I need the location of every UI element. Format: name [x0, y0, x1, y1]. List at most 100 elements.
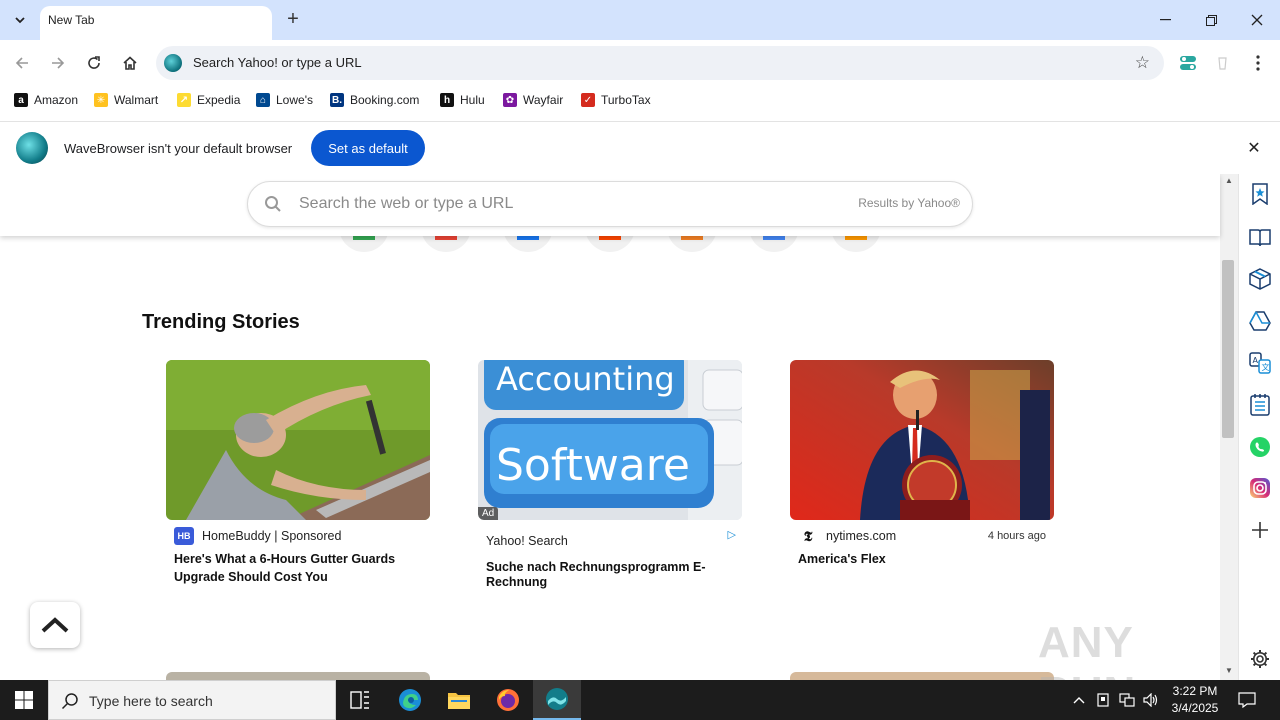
- toggle-extension-icon: [1180, 56, 1196, 70]
- sidebar-whatsapp[interactable]: [1248, 435, 1272, 459]
- back-button[interactable]: [10, 51, 34, 75]
- folder-icon: [448, 693, 470, 709]
- sidebar-bookmarks[interactable]: [1248, 182, 1272, 206]
- sidebar-instagram[interactable]: [1248, 476, 1272, 500]
- bookmark-amazon[interactable]: a Amazon: [14, 91, 78, 109]
- tab-search-button[interactable]: [8, 8, 32, 32]
- scroll-down-arrow-icon[interactable]: ▼: [1220, 666, 1238, 678]
- sidebar-translate[interactable]: A文: [1248, 351, 1272, 375]
- bookmark-label: Booking.com: [350, 93, 420, 107]
- infobar-close-button[interactable]: ✕: [1244, 138, 1264, 158]
- bookmark-walmart[interactable]: ✳ Walmart: [94, 91, 158, 109]
- nytimes-icon: 𝕿: [798, 527, 818, 545]
- taskbar-edge[interactable]: [386, 680, 434, 720]
- infobar-message: WaveBrowser isn't your default browser: [64, 141, 293, 156]
- restore-button[interactable]: [1188, 0, 1234, 40]
- address-bar[interactable]: Search Yahoo! or type a URL ☆: [156, 46, 1164, 80]
- bookmarks-bar: a Amazon ✳ Walmart ↗ Expedia ⌂ Lowe's B. Booking.…: [0, 86, 1280, 114]
- bookmark-wayfair[interactable]: ✿ Wayfair: [503, 91, 563, 109]
- bookmark-label: Hulu: [460, 93, 485, 107]
- wavebrowser-logo-icon: [164, 54, 182, 72]
- expedia-icon: ↗: [177, 93, 191, 107]
- taskbar-clock[interactable]: 3:22 PM 3/4/2025: [1166, 683, 1224, 717]
- scrollbar-thumb[interactable]: [1222, 260, 1234, 438]
- svg-text:文: 文: [1262, 362, 1270, 372]
- story-image-podium: [790, 360, 1054, 520]
- search-placeholder: Search the web or type a URL: [299, 195, 514, 212]
- tray-overflow-button[interactable]: [1068, 680, 1090, 720]
- tray-volume-icon[interactable]: [1140, 680, 1162, 720]
- sidebar-settings[interactable]: [1248, 647, 1272, 671]
- chevron-up-icon: [1073, 697, 1085, 704]
- adchoices-icon[interactable]: ▷: [728, 528, 736, 541]
- reload-button[interactable]: [82, 51, 106, 75]
- default-browser-infobar: WaveBrowser isn't your default browser S…: [0, 121, 1280, 173]
- tray-device-icon[interactable]: [1092, 680, 1114, 720]
- lowes-icon: ⌂: [256, 93, 270, 107]
- hulu-icon: h: [440, 93, 454, 107]
- package-box-icon: [1249, 268, 1271, 290]
- speaker-icon: [1143, 693, 1158, 707]
- notification-icon: [1238, 692, 1256, 708]
- whatsapp-icon: [1250, 437, 1270, 457]
- bookmark-booking[interactable]: B. Booking.com: [330, 91, 419, 109]
- wayfair-icon: ✿: [503, 93, 517, 107]
- bookmark-turbotax[interactable]: ✓ TurboTax: [581, 91, 651, 109]
- set-as-default-button[interactable]: Set as default: [311, 130, 425, 166]
- bookmark-label: TurboTax: [601, 93, 651, 107]
- forward-button[interactable]: [46, 51, 70, 75]
- action-center-button[interactable]: [1232, 680, 1262, 720]
- image-caption-software: Software: [496, 440, 690, 491]
- scroll-up-arrow-icon[interactable]: ▲: [1220, 176, 1238, 188]
- sidebar-drive[interactable]: [1248, 309, 1272, 333]
- sidebar-reading-list[interactable]: [1248, 225, 1272, 249]
- sidebar-checklist[interactable]: [1248, 393, 1272, 417]
- turbotax-icon: ✓: [581, 93, 595, 107]
- address-bar-text: Search Yahoo! or type a URL: [193, 55, 362, 70]
- story-title[interactable]: America's Flex: [790, 550, 1054, 568]
- bookmark-expedia[interactable]: ↗ Expedia: [177, 91, 240, 109]
- page-scrollbar[interactable]: ▲ ▼: [1220, 174, 1238, 680]
- profile-button[interactable]: [1210, 51, 1234, 75]
- bookmark-hulu[interactable]: h Hulu: [440, 91, 485, 109]
- checklist-icon: [1250, 394, 1270, 416]
- booking-icon: B.: [330, 93, 344, 107]
- close-window-button[interactable]: [1234, 0, 1280, 40]
- taskbar-firefox[interactable]: [484, 680, 532, 720]
- search-icon: [265, 196, 281, 212]
- taskbar-wavebrowser[interactable]: [533, 680, 581, 720]
- extensions-button[interactable]: [1176, 51, 1200, 75]
- tab-new-tab[interactable]: New Tab: [40, 6, 272, 40]
- story-title[interactable]: Suche nach Rechnungsprogramm E-Rechnung: [478, 550, 742, 590]
- start-button[interactable]: [0, 680, 48, 720]
- edge-browser-icon: [399, 689, 421, 711]
- bookmark-star-icon[interactable]: ☆: [1135, 53, 1150, 73]
- firefox-icon: [497, 689, 519, 711]
- story-card-ad[interactable]: Accounting Software Ad Yahoo! Search ▷ S…: [478, 360, 742, 590]
- taskbar-search-box[interactable]: Type here to search: [48, 680, 336, 720]
- story-image-gutter: [166, 360, 430, 520]
- search-input[interactable]: Search the web or type a URL Results by …: [247, 181, 973, 227]
- menu-button[interactable]: [1246, 51, 1270, 75]
- story-card[interactable]: 𝕿 nytimes.com 4 hours ago America's Flex: [790, 360, 1054, 568]
- sidebar-add-button[interactable]: [1248, 518, 1272, 542]
- sidebar-package[interactable]: [1248, 267, 1272, 291]
- book-icon: [1249, 229, 1271, 247]
- minimize-button[interactable]: [1142, 0, 1188, 40]
- task-view-icon: [350, 691, 369, 709]
- bookmark-label: Amazon: [34, 93, 79, 107]
- taskbar-file-explorer[interactable]: [435, 680, 483, 720]
- device-icon: [1097, 693, 1109, 707]
- story-card-peek: [790, 672, 1054, 680]
- task-view-button[interactable]: [336, 680, 384, 720]
- tray-network-icon[interactable]: [1116, 680, 1138, 720]
- home-button[interactable]: [118, 51, 142, 75]
- story-title[interactable]: Here's What a 6-Hours Gutter Guards Upgr…: [166, 550, 430, 586]
- new-tab-button[interactable]: +: [282, 8, 304, 30]
- story-card[interactable]: HB HomeBuddy | Sponsored Here's What a 6…: [166, 360, 430, 586]
- scroll-to-top-button[interactable]: [30, 602, 80, 648]
- bookmark-label: Lowe's: [276, 93, 313, 107]
- restore-icon: [1205, 14, 1217, 26]
- bookmark-lowes[interactable]: ⌂ Lowe's: [256, 91, 313, 109]
- tab-strip: New Tab +: [0, 0, 1280, 40]
